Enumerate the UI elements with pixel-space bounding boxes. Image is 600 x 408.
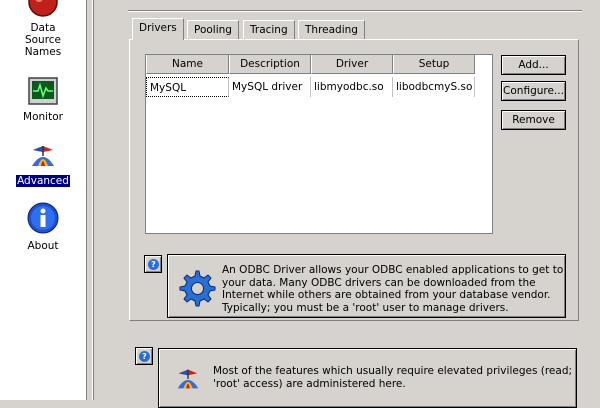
tab-threading[interactable]: Threading bbox=[298, 20, 365, 39]
sidebar-item-label: Monitor bbox=[23, 111, 63, 123]
driver-info-text: An ODBC Driver allows your ODBC enabled … bbox=[222, 264, 564, 314]
database-icon bbox=[28, 0, 58, 17]
sidebar-item-data-source-names[interactable]: Data Source Names bbox=[0, 0, 86, 62]
monitor-icon bbox=[28, 77, 58, 105]
propeller-hat-icon bbox=[32, 146, 54, 166]
tab-drivers[interactable]: Drivers bbox=[132, 18, 184, 40]
info-icon bbox=[27, 202, 59, 234]
driver-info-box: An ODBC Driver allows your ODBC enabled … bbox=[167, 254, 566, 318]
column-header-description[interactable]: Description bbox=[229, 55, 311, 74]
sidebar-divider bbox=[92, 0, 94, 400]
table-cell-description: MySQL driver bbox=[229, 77, 311, 97]
help-icon: ? bbox=[148, 259, 159, 270]
propeller-hat-icon bbox=[177, 369, 199, 389]
gear-icon bbox=[179, 270, 216, 307]
sidebar-item-about[interactable]: About bbox=[0, 202, 86, 254]
sidebar: Data Source Names Monitor Advanced About bbox=[0, 0, 87, 400]
column-header-name[interactable]: Name bbox=[146, 55, 229, 74]
advanced-info-box: Most of the features which usually requi… bbox=[158, 348, 577, 408]
table-cell-driver: libmyodbc.so bbox=[311, 77, 393, 97]
advanced-info-text: Most of the features which usually requi… bbox=[213, 365, 573, 390]
drivers-table[interactable]: Name Description Driver Setup MySQL MySQ… bbox=[145, 54, 493, 234]
add-driver-button[interactable]: Add... bbox=[501, 55, 566, 75]
help-icon: ? bbox=[139, 351, 150, 362]
tab-pooling[interactable]: Pooling bbox=[187, 20, 239, 39]
help-button[interactable]: ? bbox=[135, 347, 153, 365]
sidebar-item-advanced[interactable]: Advanced bbox=[0, 140, 86, 190]
table-cell-name: MySQL bbox=[146, 77, 229, 97]
remove-driver-button[interactable]: Remove bbox=[501, 110, 566, 130]
column-header-setup[interactable]: Setup bbox=[393, 55, 475, 74]
column-header-driver[interactable]: Driver bbox=[311, 55, 393, 74]
help-button[interactable]: ? bbox=[144, 255, 162, 273]
table-cell-setup: libodbcmyS.so bbox=[393, 77, 475, 97]
tab-tracing[interactable]: Tracing bbox=[243, 20, 295, 39]
divider bbox=[128, 10, 582, 12]
sidebar-item-monitor[interactable]: Monitor bbox=[0, 72, 86, 124]
sidebar-item-label: About bbox=[27, 240, 59, 252]
sidebar-item-label: Advanced bbox=[16, 175, 70, 187]
configure-driver-button[interactable]: Configure... bbox=[501, 81, 566, 101]
sidebar-item-label: Data Source Names bbox=[24, 22, 62, 58]
